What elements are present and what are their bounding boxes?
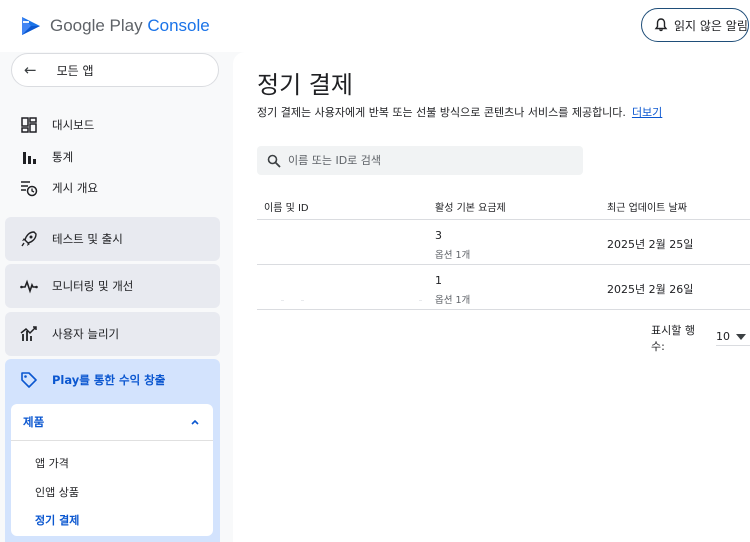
top-app-bar: Google Play Console 읽지 않은 알림	[0, 0, 750, 52]
sidebar: ← 모든 앱 대시보드 통계 게시 개요 테스트 및 출시 모니터링 및 개선	[0, 52, 228, 542]
redacted-name	[281, 300, 284, 301]
sidebar-item-label: 게시 개요	[52, 181, 98, 195]
growth-icon	[20, 325, 38, 343]
rows-per-page-label: 표시할 행 수:	[651, 324, 695, 353]
publishing-overview-icon	[20, 179, 38, 197]
column-header-last-updated[interactable]: 최근 업데이트 날짜	[607, 199, 687, 214]
rows-per-page-select[interactable]: 10	[716, 330, 750, 346]
search-icon	[267, 154, 281, 168]
sidebar-item-statistics[interactable]: 통계	[20, 145, 73, 169]
sidebar-subitem-subscriptions[interactable]: 정기 결제	[35, 512, 79, 528]
page-description-text: 정기 결제는 사용자에게 반복 또는 선불 방식으로 콘텐츠나 서비스를 제공합…	[257, 106, 626, 119]
options-count: 옵션 1개	[435, 295, 471, 306]
products-subpanel: 제품 앱 가격 인앱 상품 정기 결제	[11, 404, 213, 536]
sidebar-item-label: Play를 통한 수익 창출	[52, 373, 166, 387]
table-row[interactable]: 1 옵션 1개 2025년 2월 26일	[257, 265, 750, 310]
sidebar-item-label: 모니터링 및 개선	[52, 279, 134, 293]
sidebar-item-label: 통계	[52, 150, 74, 164]
redacted-name	[301, 300, 304, 301]
search-input[interactable]	[288, 154, 568, 167]
sidebar-item-monetize-with-play[interactable]: Play를 통한 수익 창출	[20, 371, 165, 389]
sidebar-item-label: 테스트 및 출시	[52, 232, 123, 246]
arrow-back-icon: ←	[24, 61, 37, 79]
sidebar-item-label: 사용자 늘리기	[52, 327, 120, 341]
unread-notifications-label: 읽지 않은 알림	[674, 18, 748, 33]
rocket-icon	[20, 230, 38, 248]
sidebar-group-monetize: Play를 통한 수익 창출 제품 앱 가격 인앱 상품 정기 결제	[5, 359, 220, 542]
subscriptions-table: 이름 및 ID 활성 기본 요금제 최근 업데이트 날짜 3 옵션 1개 202…	[257, 189, 750, 310]
column-header-name-id[interactable]: 이름 및 ID	[264, 199, 309, 214]
sidebar-subitem-app-pricing[interactable]: 앱 가격	[35, 455, 69, 471]
redacted-id	[419, 300, 422, 301]
dropdown-arrow-icon	[736, 333, 746, 340]
sidebar-item-publishing-overview[interactable]: 게시 개요	[20, 176, 98, 200]
chevron-up-icon	[189, 416, 201, 431]
products-section-toggle[interactable]: 제품	[11, 404, 213, 441]
logo-google-play-text: Google Play	[50, 16, 143, 35]
active-plans-count: 1	[435, 274, 442, 287]
dashboard-icon	[20, 116, 38, 134]
sidebar-item-grow-users[interactable]: 사용자 늘리기	[5, 312, 220, 356]
bar-chart-icon	[20, 148, 38, 166]
all-apps-label: 모든 앱	[56, 63, 94, 78]
unread-notifications-button[interactable]: 읽지 않은 알림	[641, 8, 749, 42]
tag-icon	[20, 371, 38, 389]
options-count: 옵션 1개	[435, 250, 471, 261]
sidebar-item-test-and-release[interactable]: 테스트 및 출시	[5, 217, 220, 261]
bell-icon	[653, 17, 669, 33]
table-row[interactable]: 3 옵션 1개 2025년 2월 25일	[257, 220, 750, 265]
pagination: 표시할 행 수: 10	[651, 322, 750, 354]
sidebar-subitem-in-app-products[interactable]: 인앱 상품	[35, 484, 79, 500]
pulse-icon	[20, 277, 38, 295]
last-updated-date: 2025년 2월 25일	[607, 238, 694, 251]
page-description: 정기 결제는 사용자에게 반복 또는 선불 방식으로 콘텐츠나 서비스를 제공합…	[257, 104, 662, 120]
sidebar-item-dashboard[interactable]: 대시보드	[20, 113, 94, 137]
page-title: 정기 결제	[257, 71, 353, 99]
products-section-label: 제품	[23, 415, 45, 429]
last-updated-date: 2025년 2월 26일	[607, 283, 694, 296]
table-header: 이름 및 ID 활성 기본 요금제 최근 업데이트 날짜	[257, 189, 750, 220]
column-header-active-base-plans[interactable]: 활성 기본 요금제	[435, 199, 506, 214]
sidebar-item-monitor-and-improve[interactable]: 모니터링 및 개선	[5, 264, 220, 308]
main-content: 정기 결제 정기 결제는 사용자에게 반복 또는 선불 방식으로 콘텐츠나 서비…	[233, 52, 750, 542]
logo-console-text: Console	[147, 16, 210, 35]
sidebar-item-label: 대시보드	[52, 118, 95, 132]
all-apps-button[interactable]: ← 모든 앱	[11, 53, 219, 87]
rows-per-page-value: 10	[716, 330, 730, 343]
google-play-console-logo[interactable]: Google Play Console	[20, 15, 210, 37]
search-box[interactable]	[257, 146, 583, 175]
active-plans-count: 3	[435, 229, 442, 242]
play-console-logo-icon	[22, 17, 40, 35]
learn-more-link[interactable]: 더보기	[632, 106, 662, 119]
